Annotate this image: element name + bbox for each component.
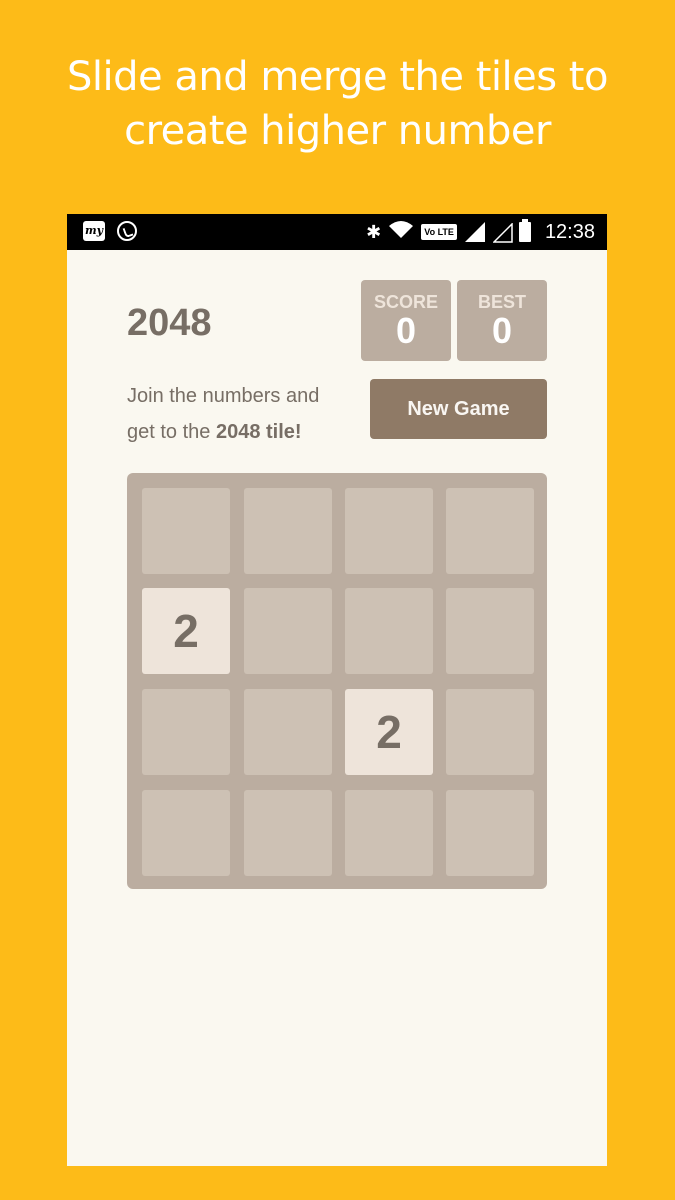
promo-headline: Slide and merge the tiles to create high… xyxy=(0,50,675,158)
tile-2: 2 xyxy=(345,689,433,775)
best-value: 0 xyxy=(491,310,513,351)
promo-headline-line1: Slide and merge the tiles to xyxy=(67,54,608,100)
empty-cell xyxy=(345,588,433,674)
best-box: BEST 0 xyxy=(457,280,547,361)
signal-full-icon xyxy=(464,222,485,242)
wifi-icon xyxy=(389,220,414,245)
empty-cell xyxy=(345,790,433,876)
battery-icon xyxy=(518,219,531,242)
empty-cell xyxy=(142,488,230,574)
empty-cell xyxy=(244,689,332,775)
whatsapp-icon xyxy=(117,221,137,241)
new-game-button[interactable]: New Game xyxy=(370,379,547,439)
score-label: SCORE xyxy=(373,292,438,312)
volte-badge: Vo LTE xyxy=(421,224,457,240)
score-box: SCORE 0 xyxy=(361,280,451,361)
intro-goal: 2048 tile! xyxy=(215,421,302,443)
game-board[interactable]: 22 xyxy=(127,473,547,889)
empty-cell xyxy=(345,488,433,574)
empty-cell xyxy=(142,689,230,775)
empty-cell xyxy=(446,488,534,574)
empty-cell xyxy=(244,488,332,574)
status-bar: my ✱ Vo LTE 12:38 xyxy=(67,214,607,250)
empty-cell xyxy=(446,689,534,775)
phone-screen: my ✱ Vo LTE 12:38 2048 SCORE 0 BEST 0 Jo… xyxy=(67,214,607,1166)
promo-headline-line2: create higher number xyxy=(124,108,551,154)
score-value: 0 xyxy=(395,310,417,351)
game-title: 2048 xyxy=(127,302,212,344)
empty-cell xyxy=(446,588,534,674)
intro-text: Join the numbers and get to the 2048 til… xyxy=(127,378,319,450)
empty-cell xyxy=(446,790,534,876)
empty-cell xyxy=(244,790,332,876)
empty-cell xyxy=(142,790,230,876)
intro-line2: get to the 2048 tile! xyxy=(127,414,319,450)
intro-line1: Join the numbers and xyxy=(127,385,320,407)
myntra-my-icon: my xyxy=(83,221,105,241)
best-label: BEST xyxy=(477,292,526,312)
tile-2: 2 xyxy=(142,588,230,674)
signal-empty-icon xyxy=(492,223,513,243)
bluetooth-icon: ✱ xyxy=(366,222,382,242)
intro-line2-prefix: get to the xyxy=(127,421,216,443)
empty-cell xyxy=(244,588,332,674)
status-time: 12:38 xyxy=(544,220,595,243)
